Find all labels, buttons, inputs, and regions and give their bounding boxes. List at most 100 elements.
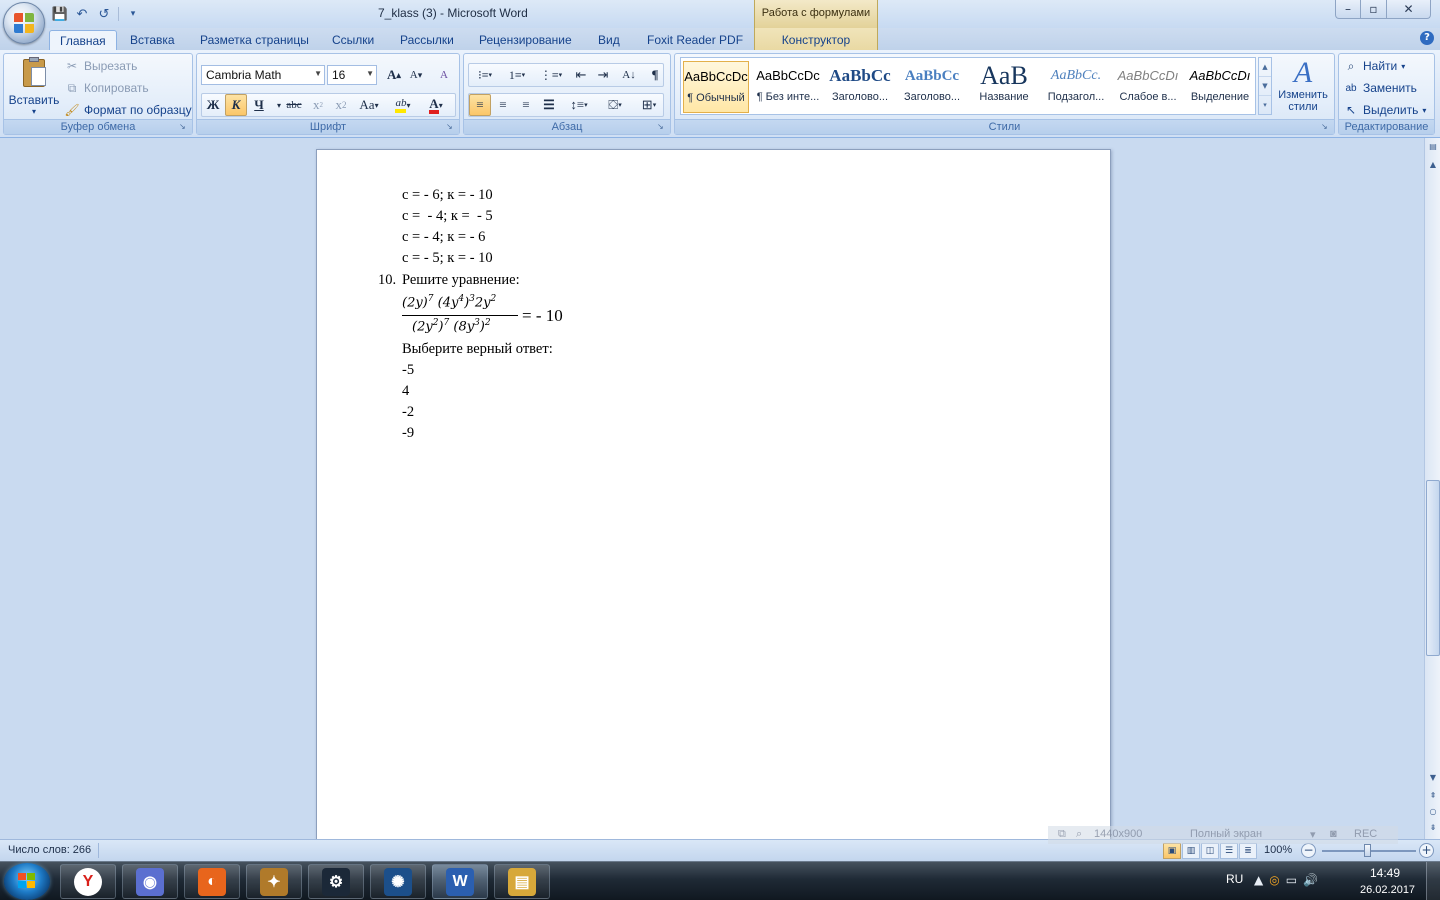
style-subtle-emphasis[interactable]: AaBbCcDı Слабое в...: [1115, 61, 1181, 113]
redo-icon[interactable]: ↺: [94, 5, 114, 23]
style-subtitle[interactable]: AaBbCc. Подзагол...: [1043, 61, 1109, 113]
replace-button[interactable]: ab Заменить: [1343, 78, 1417, 98]
web-layout-icon[interactable]: ◫: [1201, 843, 1219, 859]
scroll-thumb[interactable]: [1426, 480, 1440, 656]
previous-page-icon[interactable]: ⇞: [1426, 789, 1440, 803]
numbering-button[interactable]: 1≡ ▾: [502, 64, 532, 86]
outline-view-icon[interactable]: ☰: [1220, 843, 1238, 859]
underline-button[interactable]: Ч: [248, 94, 270, 116]
chevron-up-icon[interactable]: ▲: [1259, 58, 1271, 77]
scroll-up-icon[interactable]: ▲: [1426, 158, 1440, 172]
word-count[interactable]: Число слов: 266: [8, 844, 91, 856]
zoom-slider-thumb[interactable]: [1364, 844, 1371, 857]
draft-view-icon[interactable]: ≣: [1239, 843, 1257, 859]
maximize-button[interactable]: ▫: [1361, 0, 1387, 19]
dialog-launcher-icon[interactable]: ↘: [179, 122, 189, 132]
change-styles-button[interactable]: A Изменить стили: [1274, 57, 1332, 114]
bold-button[interactable]: Ж: [202, 94, 224, 116]
next-page-icon[interactable]: ⇟: [1426, 821, 1440, 835]
font-size-select[interactable]: 16 ▼: [327, 65, 377, 85]
tab-view[interactable]: Вид: [588, 30, 630, 50]
align-left-button[interactable]: ≡: [469, 94, 491, 116]
answer-option[interactable]: -5: [402, 362, 414, 379]
show-marks-button[interactable]: ¶: [644, 64, 666, 86]
answer-option[interactable]: -9: [402, 425, 414, 442]
question-text[interactable]: Решите уравнение:: [402, 272, 520, 289]
vertical-scrollbar[interactable]: ▤ ▲ ▼ ⇞ ○ ⇟: [1424, 138, 1440, 839]
answer-line[interactable]: с = - 4; к = - 6: [402, 229, 485, 246]
answer-line[interactable]: с = - 5; к = - 10: [402, 250, 493, 267]
align-center-button[interactable]: ≡: [492, 94, 514, 116]
decrease-indent-button[interactable]: ⇤: [570, 64, 592, 86]
clear-formatting-button[interactable]: A: [433, 64, 455, 86]
copy-button[interactable]: ⧉ Копировать: [64, 78, 149, 98]
show-hidden-icons-icon[interactable]: ▲: [1254, 873, 1263, 887]
zoom-in-icon[interactable]: +: [1419, 843, 1434, 858]
answer-prompt[interactable]: Выберите верный ответ:: [402, 341, 553, 358]
screen-recorder-overlay[interactable]: ⧉ ⌕ 1440x900 Полный экран ▾ ◙ REC: [1048, 826, 1398, 844]
font-name-select[interactable]: Cambria Math ▼: [201, 65, 325, 85]
tab-page-layout[interactable]: Разметка страницы: [190, 30, 319, 50]
cut-button[interactable]: ✂ Вырезать: [64, 56, 137, 76]
zoom-level[interactable]: 100%: [1264, 844, 1292, 856]
start-button[interactable]: [4, 863, 50, 900]
font-color-button[interactable]: A ▾: [421, 94, 451, 116]
line-spacing-button[interactable]: ↕≡ ▾: [564, 94, 594, 116]
print-layout-icon[interactable]: ▣: [1163, 843, 1181, 859]
tab-mailings[interactable]: Рассылки: [390, 30, 464, 50]
taskbar-discord-button[interactable]: ◉: [122, 864, 178, 899]
style-heading-1[interactable]: AaBbCc Заголово...: [827, 61, 893, 113]
taskbar-explorer-button[interactable]: ▤: [494, 864, 550, 899]
style-no-spacing[interactable]: AaBbCcDc ¶ Без инте...: [755, 61, 821, 113]
tab-references[interactable]: Ссылки: [322, 30, 384, 50]
network-icon[interactable]: ▭: [1286, 873, 1297, 887]
style-heading-2[interactable]: AaBbCc Заголово...: [899, 61, 965, 113]
full-screen-reading-icon[interactable]: ▥: [1182, 843, 1200, 859]
sort-button[interactable]: A↓: [618, 64, 640, 86]
taskbar-yandex-browser-button[interactable]: Y: [60, 864, 116, 899]
paste-button[interactable]: Вставить ▾: [7, 57, 61, 116]
office-button[interactable]: [3, 2, 45, 44]
italic-button[interactable]: К: [225, 94, 247, 116]
style-title[interactable]: AaB Название: [971, 61, 1037, 113]
justify-button[interactable]: ☰: [538, 94, 560, 116]
style-normal[interactable]: AaBbCcDc ¶ Обычный: [683, 61, 749, 113]
taskbar-hearthstone-button[interactable]: ✦: [246, 864, 302, 899]
scroll-down-icon[interactable]: ▼: [1426, 771, 1440, 785]
superscript-button[interactable]: x2: [330, 94, 352, 116]
tab-equation-design[interactable]: Конструктор: [754, 28, 878, 50]
save-icon[interactable]: 💾: [50, 5, 70, 23]
ruler-toggle-icon[interactable]: ▤: [1426, 140, 1440, 154]
format-painter-button[interactable]: 🖌 Формат по образцу: [64, 100, 191, 120]
answer-option[interactable]: 4: [402, 383, 409, 400]
answer-line[interactable]: с = - 4; к = - 5: [402, 208, 493, 225]
dialog-launcher-icon[interactable]: ↘: [446, 122, 456, 132]
increase-indent-button[interactable]: ⇥: [592, 64, 614, 86]
taskbar-battlenet-button[interactable]: ✺: [370, 864, 426, 899]
taskbar-firefox-button[interactable]: ◐: [184, 864, 240, 899]
minimize-button[interactable]: –: [1335, 0, 1361, 19]
show-desktop-button[interactable]: [1426, 862, 1440, 900]
undo-icon[interactable]: ↶: [72, 5, 92, 23]
answer-line[interactable]: с = - 6; к = - 10: [402, 187, 493, 204]
taskbar-word-button[interactable]: W: [432, 864, 488, 899]
strikethrough-button[interactable]: abc: [283, 94, 305, 116]
borders-button[interactable]: ⊞ ▾: [634, 94, 664, 116]
style-emphasis[interactable]: AaBbCcDı Выделение: [1187, 61, 1253, 113]
close-button[interactable]: ✕: [1387, 0, 1431, 19]
customize-qat-icon[interactable]: ▾: [123, 5, 143, 23]
chevron-down-icon[interactable]: ▼: [1259, 77, 1271, 96]
zoom-out-icon[interactable]: −: [1301, 843, 1316, 858]
dialog-launcher-icon[interactable]: ↘: [1321, 122, 1331, 132]
language-indicator[interactable]: RU: [1226, 872, 1243, 886]
grow-font-button[interactable]: A ▴: [383, 64, 405, 86]
clock-time[interactable]: 14:49: [1370, 866, 1400, 880]
bullets-button[interactable]: ⁝≡ ▾: [470, 64, 500, 86]
find-button[interactable]: ⌕ Найти ▾: [1343, 56, 1406, 76]
document-page[interactable]: с = - 6; к = - 10 с = - 4; к = - 5 с = -…: [316, 149, 1111, 839]
align-right-button[interactable]: ≡: [515, 94, 537, 116]
volume-icon[interactable]: 🔊: [1303, 873, 1318, 887]
tab-home[interactable]: Главная: [49, 30, 117, 50]
shrink-font-button[interactable]: A ▾: [405, 64, 427, 86]
tab-review[interactable]: Рецензирование: [469, 30, 582, 50]
